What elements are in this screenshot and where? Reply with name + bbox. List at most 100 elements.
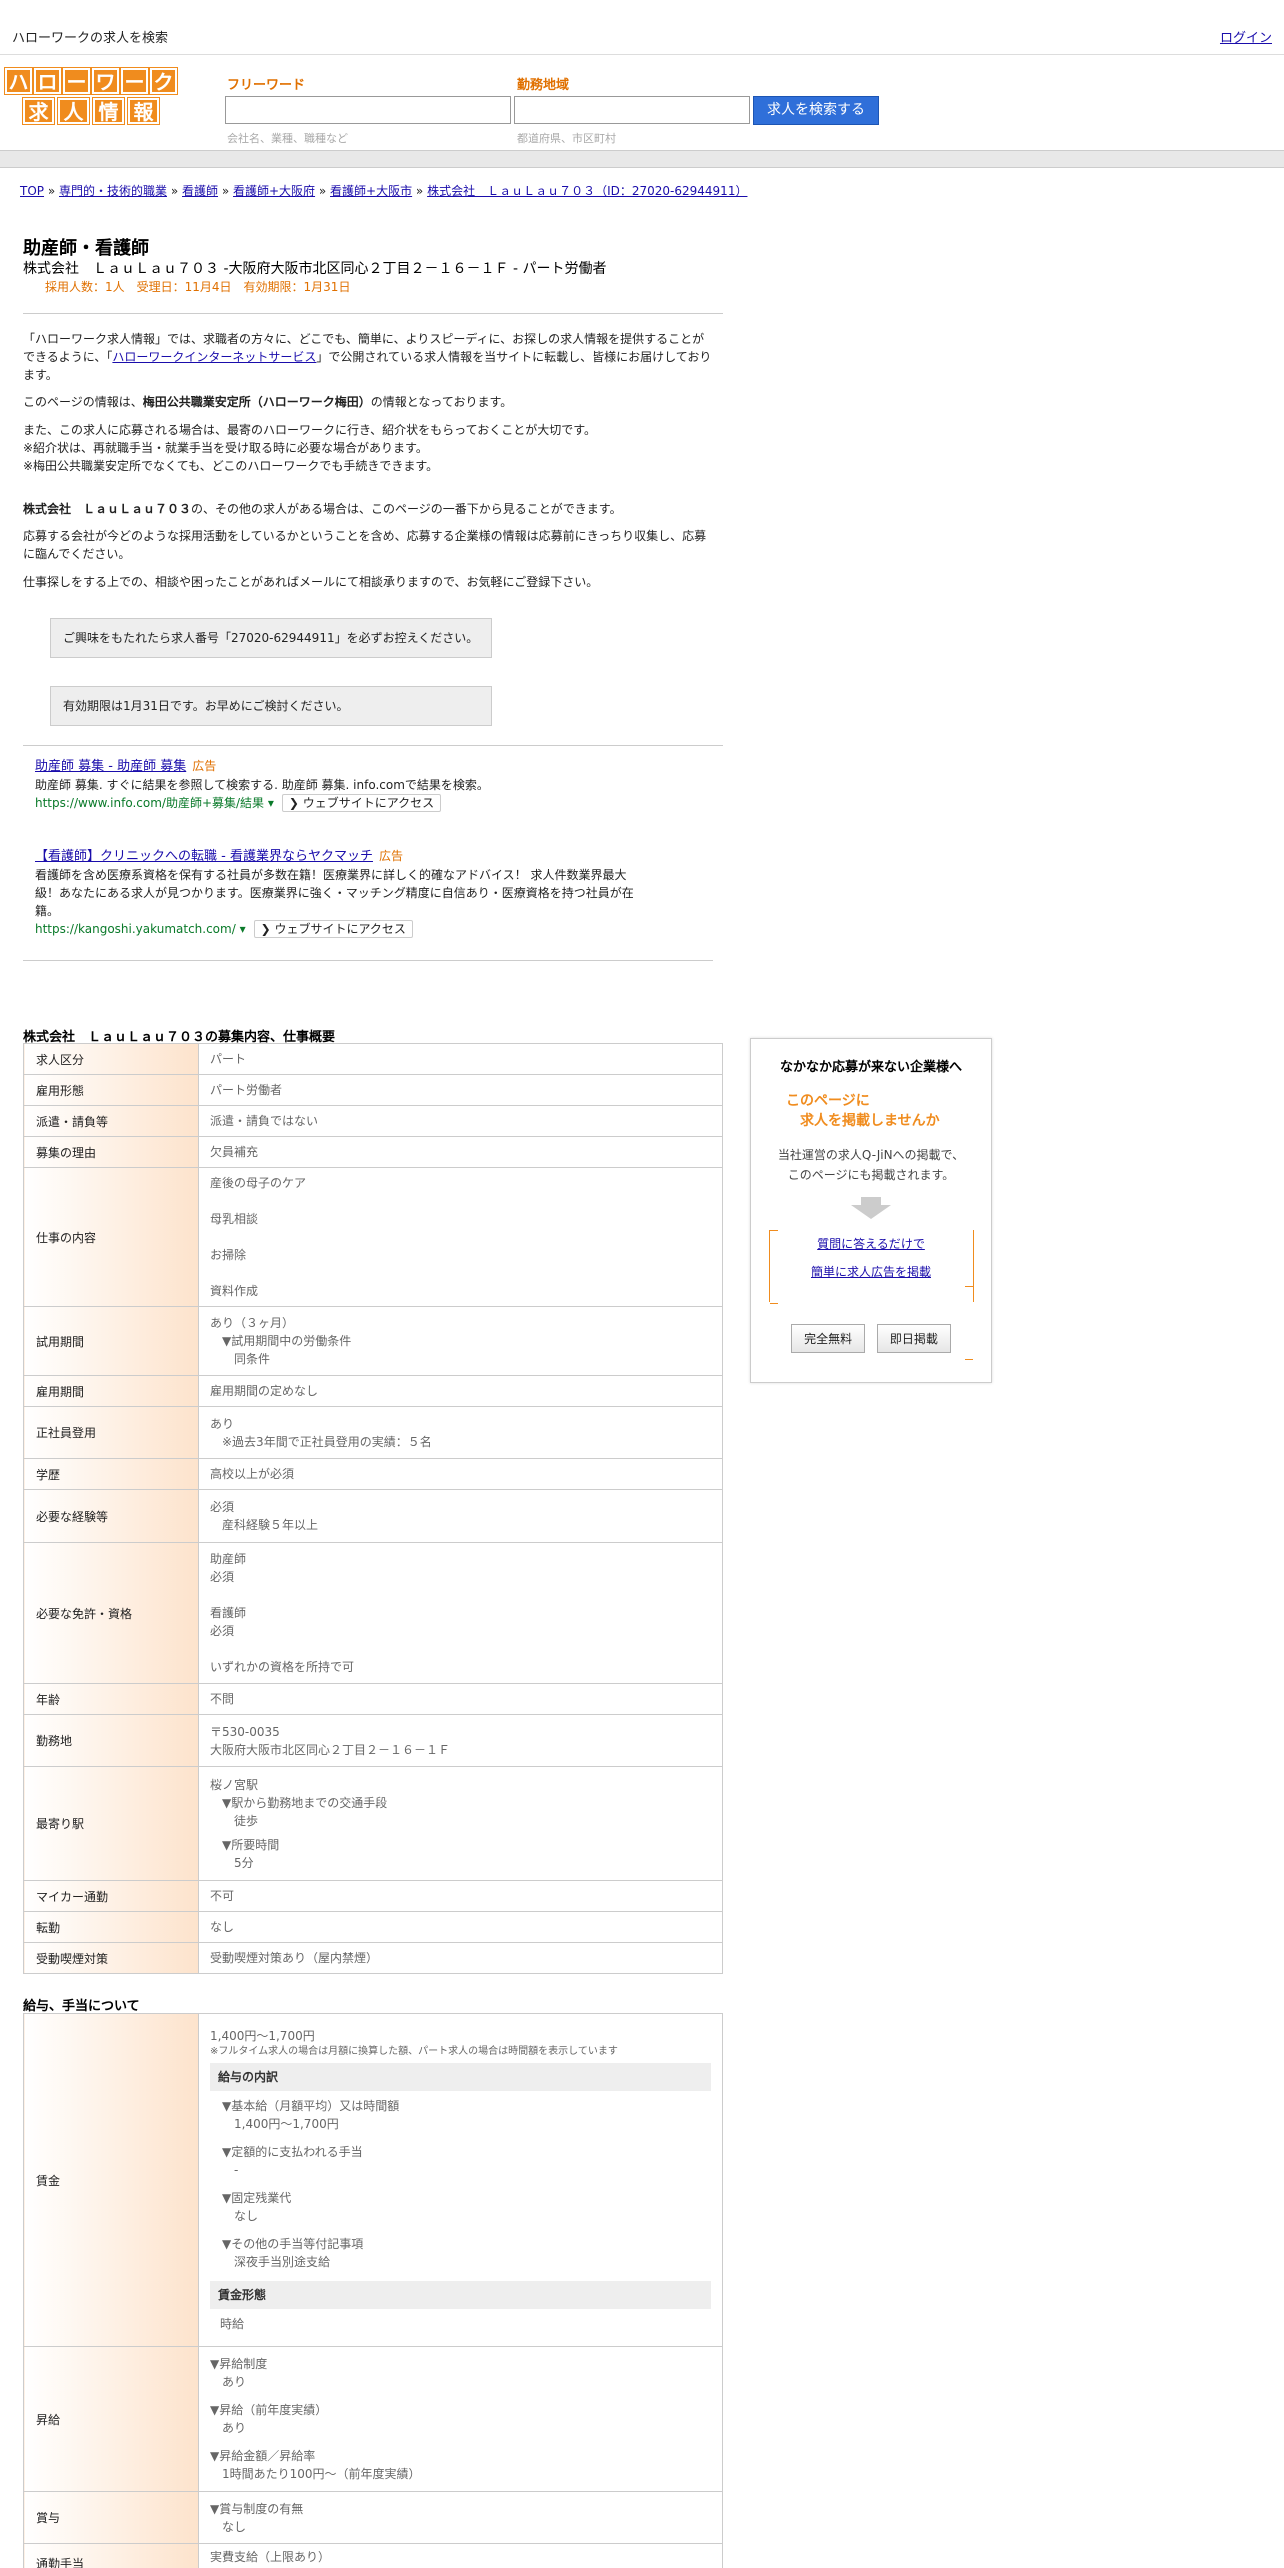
- sidebar-link-post-ad[interactable]: 簡単に求人広告を掲載: [770, 1258, 973, 1286]
- table-row: 派遣・請負等 派遣・請負ではない: [23, 1105, 723, 1137]
- sidebar-link-box: 質問に答えるだけで 簡単に求人広告を掲載: [768, 1230, 974, 1360]
- logo-char: ー: [62, 67, 91, 95]
- search-button[interactable]: 求人を検索する: [753, 96, 879, 125]
- job-number-notice: ご興味をもたれたら求人番号「27020-62944911」を必ずお控えください。: [50, 618, 492, 658]
- row-value: 派遣・請負ではない: [198, 1105, 723, 1137]
- breadcrumb-category[interactable]: 専門的・技術的職業: [59, 184, 167, 198]
- salary-note: ※フルタイム求人の場合は月額に換算した額、パート求人の場合は時間額を表示していま…: [210, 2046, 618, 2057]
- value-line: 深夜手当別途支給: [234, 2255, 331, 2269]
- row-value: あり（３ヶ月） ▼試用期間中の労働条件 同条件: [198, 1306, 723, 1376]
- ad-title-link[interactable]: 助産師 募集 - 助産師 募集: [35, 759, 186, 774]
- job-subtitle: 株式会社 ＬａｕＬａｕ７０３ -大阪府大阪市北区同心２丁目２－１６－１Ｆ - パ…: [23, 261, 607, 277]
- table-row: 最寄り駅 桜ノ宮駅 ▼駅から勤務地までの交通手段 徒歩 ▼所要時間 5分: [23, 1766, 723, 1881]
- sidebar-text-line: 当社運営の求人Q-JiNへの掲載で、: [777, 1148, 965, 1162]
- deadline-notice: 有効期限は1月31日です。お早めにご検討ください。: [50, 686, 492, 726]
- sidebar-text: 当社運営の求人Q-JiNへの掲載で、 このページにも掲載されます。: [751, 1145, 991, 1185]
- row-label: 求人区分: [23, 1043, 199, 1075]
- value-line: 1時間あたり100円〜（前年度実績）: [222, 2467, 421, 2481]
- row-value: 産後の母子のケア 母乳相談 お掃除 資料作成: [198, 1167, 723, 1307]
- breadcrumb-company[interactable]: 株式会社 ＬａｕＬａｕ７０３（ID：27020-62944911）: [427, 184, 747, 198]
- value-line: ▼その他の手当等付記事項: [222, 2237, 364, 2251]
- free-button[interactable]: 完全無料: [791, 1324, 866, 1353]
- value-line: 徒歩: [234, 1813, 259, 1828]
- advice-paragraph: 応募する会社が今どのような採用活動をしているかということを含め、応募する企業様の…: [23, 529, 707, 561]
- row-label: 勤務地: [23, 1714, 199, 1767]
- company-name: 株式会社 ＬａｕＬａｕ７０３: [23, 502, 192, 516]
- logo-char: 人: [57, 97, 90, 125]
- ad-visit-button[interactable]: ❯ ウェブサイトにアクセス: [253, 920, 413, 938]
- table-row: 正社員登用 あり ※過去3年間で正社員登用の実績：５名: [23, 1406, 723, 1459]
- office-text: このページの情報は、: [23, 395, 143, 409]
- value-line: ▼試用期間中の労働条件: [222, 1334, 352, 1348]
- value-line: ※過去3年間で正社員登用の実績：５名: [222, 1434, 432, 1449]
- row-label: 正社員登用: [23, 1406, 199, 1459]
- table-row: 受動喫煙対策 受動喫煙対策あり（屋内禁煙）: [23, 1942, 723, 1974]
- value-line: あり: [222, 2421, 247, 2435]
- referral-text: また、この求人に応募される場合は、最寄のハローワークに行き、紹介状をもらっておく…: [23, 423, 597, 437]
- row-label: 募集の理由: [23, 1136, 199, 1168]
- header-divider: [0, 150, 1284, 168]
- table-row: 学歴 高校以上が必須: [23, 1458, 723, 1490]
- ad-visit-button[interactable]: ❯ ウェブサイトにアクセス: [281, 794, 442, 812]
- spec-table: 求人区分 パート 雇用形態 パート労働者 派遣・請負等 派遣・請負ではない 募集の理由…: [23, 1043, 723, 1974]
- value-line: 時給: [220, 2317, 245, 2331]
- ad-url[interactable]: https://www.info.com/助産師+募集/結果 ▾: [35, 796, 274, 810]
- keyword-input[interactable]: [225, 96, 511, 124]
- value-line: 助産師: [210, 1552, 247, 1566]
- divider: [23, 960, 713, 961]
- table-row: 年齢 不問: [23, 1683, 723, 1715]
- logo-char: ワ: [91, 67, 120, 95]
- intro-paragraph: 「ハローワーク求人情報」では、求職者の方々に、どこでも、簡単に、よりスピーディに…: [23, 330, 713, 384]
- value-line: ▼昇給（前年度実績）: [210, 2403, 328, 2417]
- breadcrumb-job[interactable]: 看護師: [182, 184, 218, 198]
- value-line: ▼昇給金額／昇給率: [210, 2449, 316, 2463]
- site-title: ハローワークの求人を検索: [12, 31, 169, 46]
- table-row: 勤務地 〒530-0035 大阪府大阪市北区同心２丁目２－１６－１Ｆ: [23, 1714, 723, 1767]
- row-value: なし: [198, 1911, 723, 1943]
- row-label: 試用期間: [23, 1306, 199, 1376]
- row-value: 必須 産科経験５年以上: [198, 1489, 723, 1543]
- row-value: 実費支給（上限あり）: [198, 2543, 723, 2568]
- row-label: 必要な経験等: [23, 1489, 199, 1543]
- top-bar: ハローワークの求人を検索 ログイン: [0, 0, 1284, 55]
- area-input[interactable]: [514, 96, 750, 124]
- breadcrumb-prefecture[interactable]: 看護師+大阪府: [233, 184, 315, 198]
- ad-text: 看護師を含め医療系資格を保有する社員が多数在籍！医療業界に詳しく的確なアドバイス…: [35, 868, 634, 918]
- referral-note: ※紹介状は、再就職手当・就業手当を受け取る時に必要な場合があります。: [23, 441, 428, 455]
- login-link[interactable]: ログイン: [1220, 27, 1272, 46]
- row-value: 高校以上が必須: [198, 1458, 723, 1490]
- value-line: 必須: [210, 1624, 235, 1638]
- row-value: ▼昇給制度 あり ▼昇給（前年度実績） あり ▼昇給金額／昇給率 1時間あたり1…: [198, 2346, 723, 2492]
- table-row: 賞与 ▼賞与制度の有無 なし: [23, 2491, 723, 2544]
- office-name: 梅田公共職業安定所（ハローワーク梅田）: [142, 395, 371, 409]
- table-row: 通勤手当 実費支給（上限あり）: [23, 2543, 723, 2568]
- salary-table: 賃金 1,400円〜1,700円 ※フルタイム求人の場合は月額に換算した額、パー…: [23, 2013, 723, 2568]
- value-line: なし: [222, 2519, 247, 2534]
- duty-item: 資料作成: [210, 1284, 259, 1298]
- row-value: ▼賞与制度の有無 なし: [198, 2491, 723, 2544]
- page-title: 助産師・看護師: [23, 238, 149, 259]
- table-row: 賃金 1,400円〜1,700円 ※フルタイム求人の場合は月額に換算した額、パー…: [23, 2013, 723, 2347]
- value-line: ▼固定残業代: [222, 2191, 292, 2205]
- hellowork-internet-link[interactable]: ハローワークインターネットサービス: [112, 350, 316, 364]
- table-row: 昇給 ▼昇給制度 あり ▼昇給（前年度実績） あり ▼昇給金額／昇給率 1時間あ…: [23, 2346, 723, 2492]
- sidebar-link-question[interactable]: 質問に答えるだけで: [770, 1230, 973, 1258]
- value-line: ▼賞与制度の有無: [210, 2501, 304, 2516]
- value-line: 大阪府大阪市北区同心２丁目２－１６－１Ｆ: [210, 1742, 451, 1757]
- same-day-button[interactable]: 即日掲載: [876, 1324, 951, 1353]
- value-line: ▼基本給（月額平均）又は時間額: [222, 2099, 400, 2113]
- value-line: あり: [210, 1416, 235, 1431]
- sidebar-offer-line: このページに: [786, 1093, 870, 1109]
- logo-char: ク: [149, 67, 178, 95]
- value-line: 1,400円〜1,700円: [234, 2117, 339, 2131]
- row-value: 欠員補充: [198, 1136, 723, 1168]
- row-value: パート労働者: [198, 1074, 723, 1106]
- value-line: あり: [222, 2375, 247, 2389]
- ad-title-link[interactable]: 【看護師】クリニックへの転職 - 看護業界ならヤクマッチ: [35, 849, 373, 864]
- hellowork-logo[interactable]: ハ ロ ー ワ ー ク 求 人 情 報: [4, 67, 181, 125]
- ad-url[interactable]: https://kangoshi.yakumatch.com/ ▾: [35, 922, 246, 936]
- row-label: 年齢: [23, 1683, 199, 1715]
- row-value: パート: [198, 1043, 723, 1075]
- breadcrumb-city[interactable]: 看護師+大阪市: [330, 184, 412, 198]
- breadcrumb-top[interactable]: TOP: [20, 184, 44, 198]
